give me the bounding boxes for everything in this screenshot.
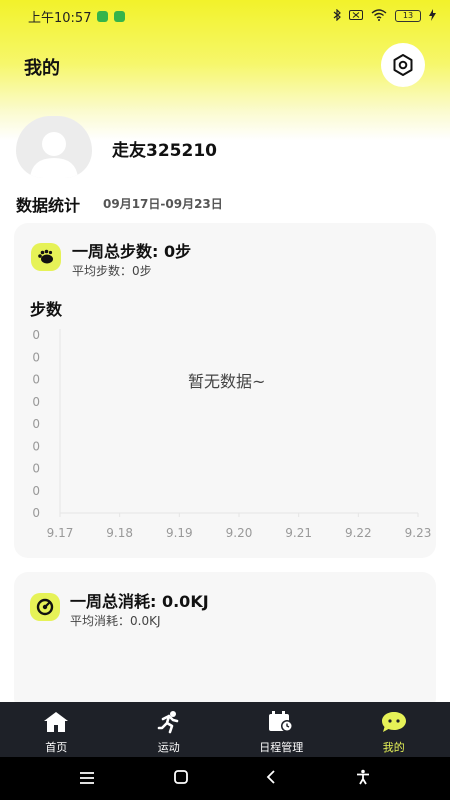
- tab-home[interactable]: 首页: [0, 702, 113, 757]
- tab-label: 我的: [382, 741, 405, 754]
- calorie-gauge-icon: [30, 593, 60, 621]
- tab-label: 日程管理: [259, 741, 304, 754]
- x-tick-label: 9.18: [106, 526, 133, 540]
- x-tick-label: 9.19: [166, 526, 193, 540]
- empty-data-message: 暂无数据~: [188, 372, 266, 391]
- battery-indicator: 13: [395, 10, 421, 22]
- back-icon[interactable]: [266, 769, 276, 788]
- schedule-icon: [268, 710, 294, 734]
- y-tick-label: 0: [32, 462, 40, 476]
- page-header: 我的: [0, 40, 450, 90]
- status-time: 上午10:57: [28, 10, 92, 26]
- settings-button[interactable]: [381, 43, 425, 87]
- notification-icon: [97, 10, 109, 22]
- x-tick-label: 9.23: [405, 526, 432, 540]
- stats-title: 数据统计: [16, 196, 81, 215]
- y-tick-label: 0: [32, 373, 40, 387]
- y-tick-label: 0: [32, 350, 40, 364]
- default-avatar-icon: [30, 132, 78, 178]
- bluetooth-icon: [333, 8, 341, 24]
- system-nav-bar: [0, 757, 450, 800]
- y-tick-label: 0: [32, 328, 40, 342]
- accessibility-icon[interactable]: [355, 769, 371, 789]
- y-tick-label: 0: [32, 506, 40, 520]
- wifi-icon: [371, 8, 387, 24]
- x-tick-label: 9.22: [345, 526, 372, 540]
- tab-sport[interactable]: 运动: [113, 702, 226, 757]
- settings-hexagon-icon: [393, 54, 413, 76]
- menu-icon[interactable]: [79, 769, 95, 788]
- running-icon: [157, 710, 181, 734]
- y-tick-label: 0: [32, 417, 40, 431]
- profile-chat-icon: [381, 710, 407, 734]
- home-nav-icon[interactable]: [173, 769, 188, 788]
- y-tick-label: 0: [32, 395, 40, 409]
- status-icons: 13: [333, 8, 436, 24]
- energy-card: 一周总消耗: 0.0KJ 平均消耗：0.0KJ: [14, 572, 436, 712]
- status-bar: 上午10:57 13: [0, 0, 450, 32]
- avatar[interactable]: [16, 116, 92, 178]
- y-tick-label: 0: [32, 484, 40, 498]
- tab-schedule[interactable]: 日程管理: [225, 702, 338, 757]
- x-tick-label: 9.21: [285, 526, 312, 540]
- no-sim-icon: [349, 9, 363, 23]
- stats-date-range: 09月17日-09月23日: [103, 197, 223, 211]
- username: 走友325210: [112, 141, 217, 161]
- page-title: 我的: [24, 58, 60, 79]
- notification-icon: [114, 10, 126, 22]
- tab-label: 首页: [45, 741, 68, 754]
- tab-mine[interactable]: 我的: [338, 702, 450, 757]
- bottom-tab-bar: 首页 运动 日程管理 我的: [0, 702, 450, 757]
- steps-card: 一周总步数: 0步 平均步数：0步 步数 0 0 0 0 0 0 0 0 0 9.17 9.18 9.…: [14, 223, 436, 558]
- x-tick-label: 9.17: [47, 526, 74, 540]
- x-tick-label: 9.20: [226, 526, 253, 540]
- home-icon: [43, 710, 69, 734]
- y-tick-label: 0: [32, 439, 40, 453]
- charging-icon: [429, 8, 436, 24]
- average-energy: 平均消耗：0.0KJ: [70, 614, 161, 628]
- weekly-energy-total: 一周总消耗: 0.0KJ: [70, 592, 209, 611]
- tab-label: 运动: [157, 741, 180, 754]
